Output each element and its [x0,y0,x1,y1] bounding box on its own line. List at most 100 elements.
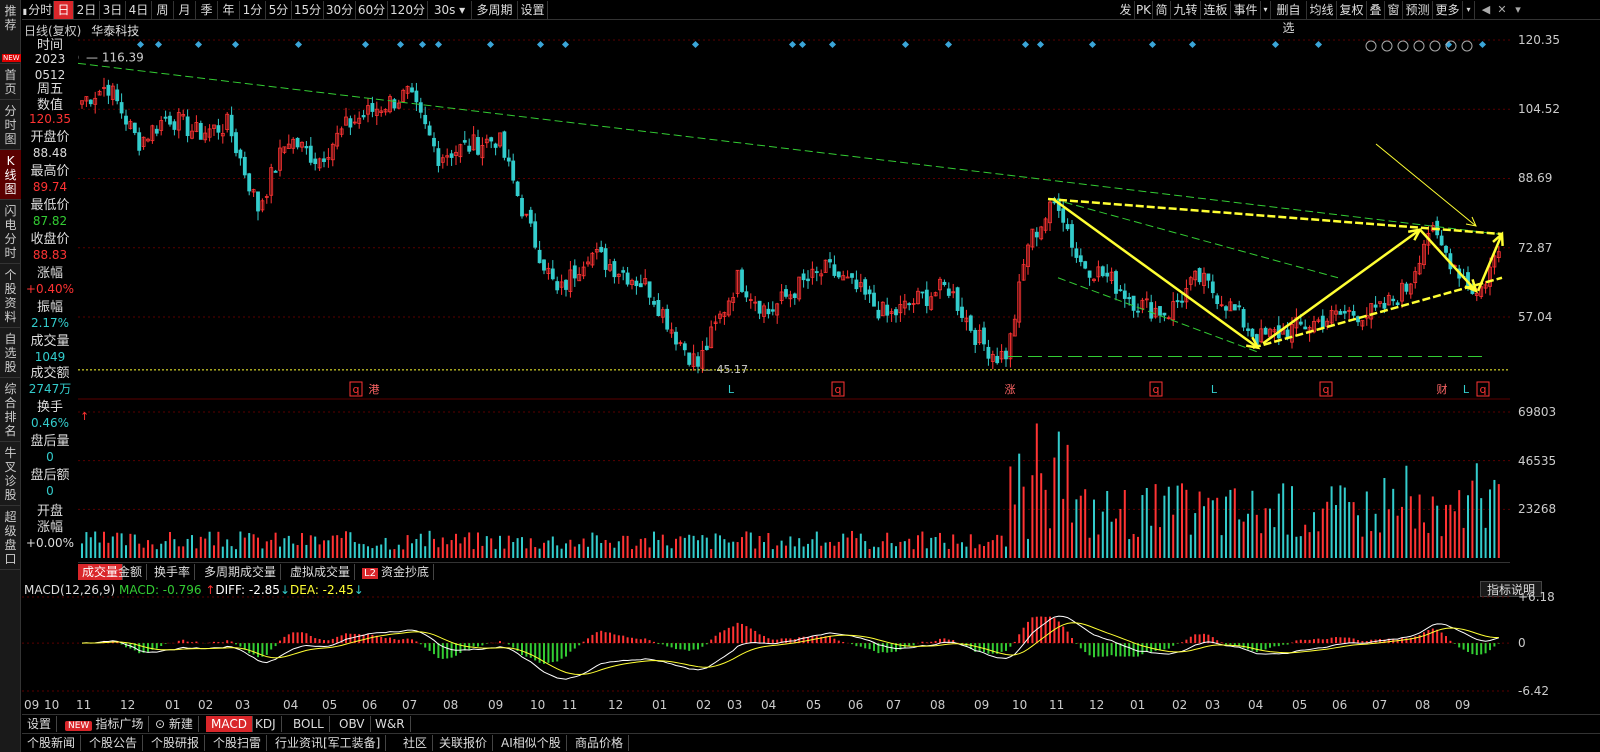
news-tab-0[interactable]: 个股新闻 [22,735,82,751]
event-diamond-icon[interactable] [798,40,807,49]
period-4[interactable]: 4日 [126,1,152,19]
period-12[interactable]: 30分 [324,1,356,19]
event-marker[interactable]: 财 [1437,382,1448,396]
event-diamond-icon[interactable] [691,40,700,49]
left-nav-item-8[interactable]: 牛叉诊股 [0,442,21,506]
zoom-out-icon[interactable] [1461,40,1473,52]
event-diamond-icon[interactable] [1088,40,1097,49]
right-tool-5[interactable]: 事件 [1231,1,1261,19]
right-tool-9[interactable]: 叠 [1367,1,1385,19]
new-indicator-button[interactable]: ⊙ 新建 [150,716,199,732]
left-nav-item-1[interactable]: 首页 [0,64,21,100]
volume-tab-4[interactable]: 虚拟成交量 [286,564,356,580]
period-11[interactable]: 15分 [292,1,324,19]
left-nav-item-2[interactable]: 分时图 [0,100,21,150]
period-6[interactable]: 月 [174,1,196,19]
right-tool-1[interactable]: PK [1135,1,1153,19]
event-marker[interactable]: L [1211,383,1218,396]
boxplot-icon[interactable] [1381,40,1393,52]
event-diamond-icon[interactable] [418,40,427,49]
volume-chart[interactable]: ↑ [78,408,1510,560]
period-14[interactable]: 120分 [388,1,428,19]
event-dropdown-icon[interactable]: ▾ [1261,1,1271,19]
event-diamond-icon[interactable] [901,40,910,49]
period-5[interactable]: 周 [152,1,174,19]
right-tool-10[interactable]: 窗 [1385,1,1403,19]
volume-tab-5[interactable]: L2 资金抄底 [358,564,434,580]
event-marker[interactable]: q [1153,383,1160,396]
event-diamond-icon[interactable] [1021,40,1030,49]
event-diamond-icon[interactable] [136,40,145,49]
news-tab-1[interactable]: 个股公告 [84,735,144,751]
period-10[interactable]: 5分 [266,1,292,19]
event-diamond-icon[interactable] [536,40,545,49]
period-2[interactable]: 2日 [74,1,100,19]
period-3[interactable]: 3日 [100,1,126,19]
event-diamond-icon[interactable] [294,40,303,49]
event-diamond-icon[interactable] [1314,40,1323,49]
left-nav-item-4[interactable]: 闪电分时 [0,200,21,264]
event-marker[interactable]: q [353,383,360,396]
event-diamond-icon[interactable] [788,40,797,49]
period-15[interactable]: 30s ▾ [428,1,472,19]
indicator-settings-button[interactable]: 设置 [22,716,58,732]
event-diamond-icon[interactable] [231,40,240,49]
indicator-tab-kdj[interactable]: KDJ [250,716,282,732]
event-diamond-icon[interactable] [828,40,837,49]
period-13[interactable]: 60分 [356,1,388,19]
period-9[interactable]: 1分 [240,1,266,19]
collapse-left-icon[interactable]: ◀ [1479,3,1493,17]
indicator-square-button[interactable]: NEW 指标广场 [60,716,150,732]
event-diamond-icon[interactable] [561,40,570,49]
event-diamond-icon[interactable] [361,40,370,49]
period-8[interactable]: 年 [218,1,240,19]
indicator-tab-macd[interactable]: MACD [206,716,253,732]
right-tool-7[interactable]: 均线 [1307,1,1337,19]
lock-icon[interactable] [1429,40,1441,52]
period-7[interactable]: 季 [196,1,218,19]
macd-chart[interactable] [22,595,1510,695]
right-tool-3[interactable]: 九转 [1171,1,1201,19]
left-nav-item-9[interactable]: 超级盘口 [0,506,21,570]
volume-tab-2[interactable]: 换手率 [150,564,196,580]
event-marker[interactable]: L [1463,383,1470,396]
indicator-tab-obv[interactable]: OBV [334,716,371,732]
right-tool-6[interactable]: 删自选 [1271,1,1307,35]
event-diamond-icon[interactable] [944,40,953,49]
news-tab-4[interactable]: 行业资讯[军工装备] [270,735,387,751]
right-tool-8[interactable]: 复权 [1337,1,1367,19]
period-0[interactable]: ▮分时 [22,1,54,19]
event-diamond-icon[interactable] [1188,40,1197,49]
event-marker[interactable]: q [835,383,842,396]
settings-button[interactable]: 设置 [518,1,548,19]
news-tab-2[interactable]: 个股研报 [146,735,206,751]
settings-icon[interactable] [1365,40,1377,52]
left-nav-item-0[interactable]: 推荐 NEW [0,0,21,64]
left-nav-item-7[interactable]: 综合排名 [0,378,21,442]
event-diamond-icon[interactable] [434,40,443,49]
more-dropdown-icon[interactable]: ▾ [1463,1,1475,19]
event-marker[interactable]: 涨 [1005,383,1016,396]
left-nav-item-3[interactable]: K线图 [0,150,21,200]
event-marker[interactable]: L [728,383,735,396]
indicator-tab-wr[interactable]: W&R [370,716,411,732]
event-marker[interactable]: q [1323,383,1330,396]
news-tab-3[interactable]: 个股扫雷 [208,735,268,751]
volume-tab-1[interactable]: 金额 [114,564,148,580]
event-diamond-icon[interactable] [1148,40,1157,49]
right-tool-11[interactable]: 预测 [1403,1,1433,19]
kline-chart[interactable]: — 116.39— 45.17q 港 Lq 涨 q Lq 财 Lq [78,38,1510,400]
event-diamond-icon[interactable] [396,40,405,49]
indicator-tab-boll[interactable]: BOLL [288,716,330,732]
right-tool-2[interactable]: 简 [1153,1,1171,19]
event-diamond-icon[interactable] [486,40,495,49]
event-marker[interactable]: 港 [369,383,380,396]
event-diamond-icon[interactable] [154,40,163,49]
event-diamond-icon[interactable] [1478,40,1487,49]
left-nav-item-5[interactable]: 个股资料 [0,264,21,328]
eye-icon[interactable] [1397,40,1409,52]
eye-icon[interactable] [1413,40,1425,52]
right-tool-0[interactable]: 发 [1117,1,1135,19]
close-icon[interactable]: ✕ [1495,3,1509,17]
right-tool-4[interactable]: 连板 [1201,1,1231,19]
